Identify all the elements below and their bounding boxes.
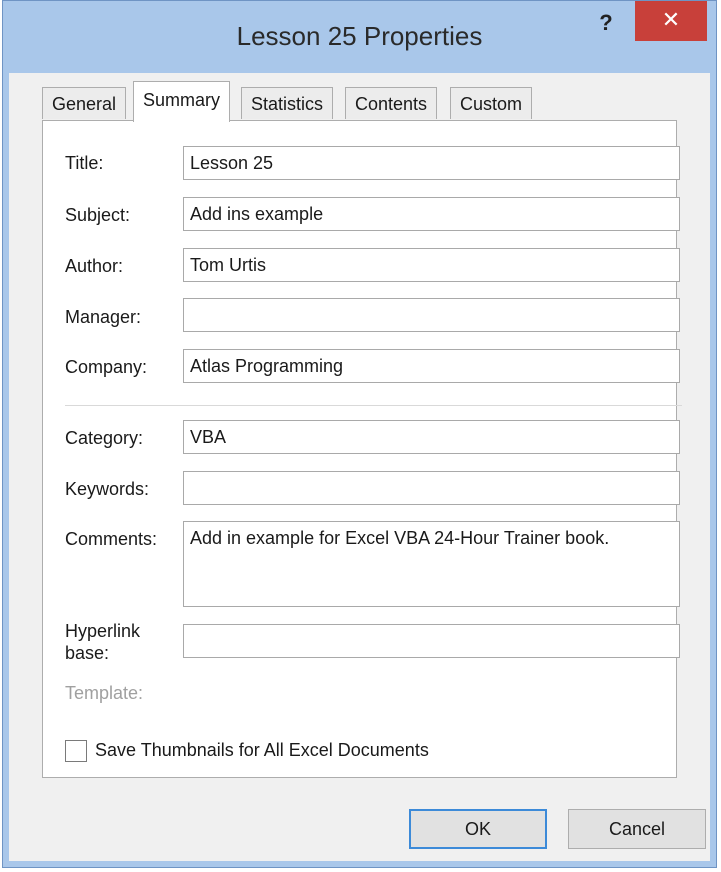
hyperlink-base-label-line1: Hyperlink: [65, 621, 141, 641]
summary-panel: Title: Lesson 25 Subject: Add ins exampl…: [42, 120, 682, 778]
subject-label: Subject:: [65, 205, 131, 225]
author-label: Author:: [65, 256, 124, 276]
tab-general[interactable]: General: [42, 87, 127, 119]
hyperlink-base-label-line2: base:: [65, 643, 110, 663]
save-thumbnails-label[interactable]: Save Thumbnails for All Excel Documents: [95, 740, 429, 761]
hyperlink-base-field[interactable]: [183, 624, 680, 658]
category-field[interactable]: VBA: [183, 420, 680, 454]
author-field[interactable]: Tom Urtis: [183, 248, 680, 282]
tab-summary[interactable]: Summary: [133, 81, 231, 122]
subject-field[interactable]: Add ins example: [183, 197, 680, 231]
title-label: Title:: [65, 153, 104, 173]
dialog-body: General Summary Statistics Contents Cust…: [9, 73, 710, 861]
close-button[interactable]: ✕: [635, 1, 707, 41]
ok-button[interactable]: OK: [409, 809, 547, 849]
comments-field[interactable]: Add in example for Excel VBA 24-Hour Tra…: [183, 521, 680, 607]
tab-statistics[interactable]: Statistics: [241, 87, 334, 119]
tab-custom[interactable]: Custom: [450, 87, 533, 119]
keywords-label: Keywords:: [65, 479, 150, 499]
title-bar[interactable]: Lesson 25 Properties ? ✕: [3, 1, 716, 73]
properties-dialog: Lesson 25 Properties ? ✕ General Summary…: [2, 0, 717, 868]
title-field[interactable]: Lesson 25: [183, 146, 680, 180]
company-field[interactable]: Atlas Programming: [183, 349, 680, 383]
comments-label: Comments:: [65, 529, 158, 549]
cancel-button[interactable]: Cancel: [568, 809, 706, 849]
manager-label: Manager:: [65, 307, 142, 327]
close-icon: ✕: [661, 7, 681, 32]
company-label: Company:: [65, 357, 148, 377]
save-thumbnails-checkbox[interactable]: [65, 740, 87, 762]
template-label: Template:: [65, 683, 144, 703]
help-button[interactable]: ?: [591, 9, 621, 39]
section-divider: [65, 405, 682, 406]
tab-contents[interactable]: Contents: [345, 87, 438, 119]
keywords-field[interactable]: [183, 471, 680, 505]
category-label: Category:: [65, 428, 144, 448]
manager-field[interactable]: [183, 298, 680, 332]
